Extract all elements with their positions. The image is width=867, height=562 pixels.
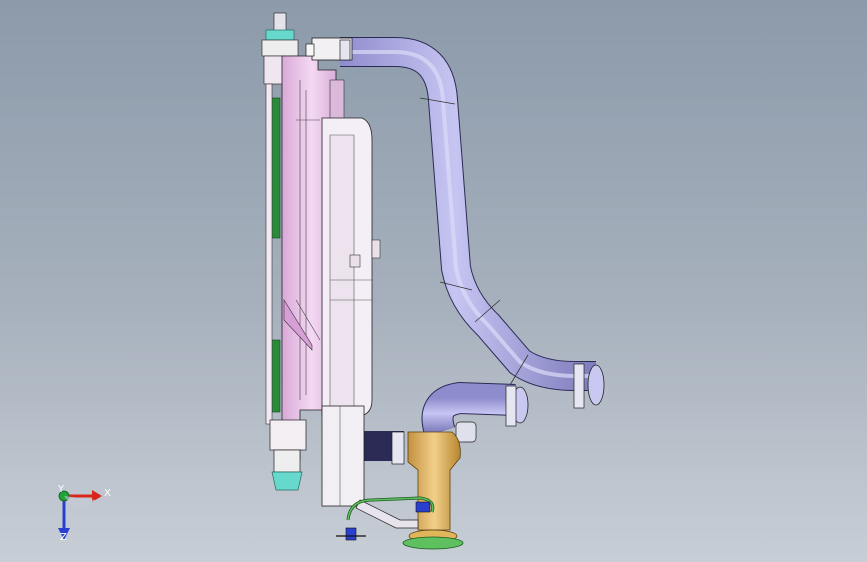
cad-model[interactable]	[0, 0, 867, 562]
graphics-viewport[interactable]: X Y Z	[0, 0, 867, 562]
upper-outlet-neck[interactable]	[305, 37, 353, 61]
fan-shroud[interactable]	[321, 117, 381, 417]
green-seal-strip	[265, 83, 281, 425]
thermostat-housing[interactable]	[402, 431, 464, 550]
x-axis-label: X	[104, 488, 111, 499]
upper-radiator-hose[interactable]	[340, 37, 605, 409]
lower-tank-pipe[interactable]	[321, 405, 419, 529]
bottom-drain-cap[interactable]	[269, 419, 307, 491]
z-axis-label: Z	[60, 532, 67, 543]
y-axis-label: Y	[58, 484, 65, 495]
